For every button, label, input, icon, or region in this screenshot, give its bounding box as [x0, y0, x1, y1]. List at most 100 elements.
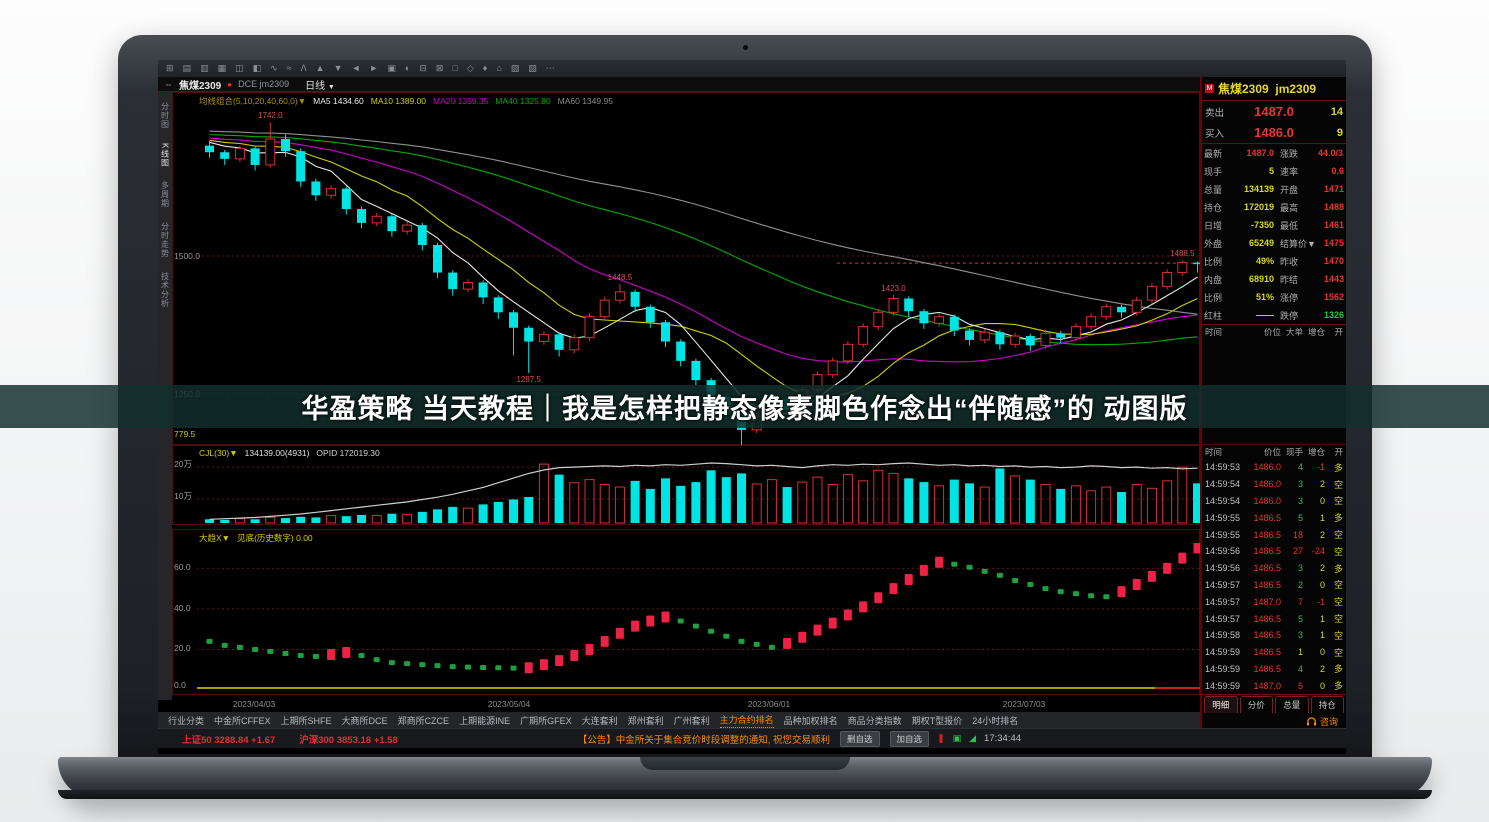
exchange-tab-7[interactable]: 广期所GFEX [520, 714, 572, 727]
close-box-icon[interactable]: ⊠ [436, 64, 444, 73]
half-circle-icon[interactable]: ◐ [405, 64, 410, 73]
view-tab-1[interactable]: 分时图 [160, 102, 171, 129]
hatch-alt-icon[interactable]: ▨ [528, 64, 537, 73]
exchange-tab-8[interactable]: 大连套利 [582, 714, 618, 727]
more-icon[interactable]: ⋯ [546, 64, 555, 73]
indicator-info-row: 大趋X▼见底(历史数字) 0.00 [199, 532, 320, 544]
wave-icon[interactable]: ∿ [270, 64, 278, 73]
tape-price: 1487.0 [1247, 597, 1281, 607]
up-arrow-icon[interactable]: ▲ [316, 64, 325, 73]
tape-row[interactable]: 14:59:541486.030空 [1202, 493, 1346, 510]
exchange-tab-2[interactable]: 中金所CFFEX [214, 714, 271, 727]
view-tab-4[interactable]: 分时走势 [160, 222, 171, 258]
down-arrow-icon[interactable]: ▼ [334, 64, 343, 73]
columns-icon[interactable]: ▥ [200, 64, 209, 73]
quote-tab-3[interactable]: 总量 [1275, 696, 1309, 713]
exchange-tab-5[interactable]: 郑商所CZCE [398, 714, 450, 727]
quote-grid-row: 内盘68910昨结1443 [1202, 270, 1346, 288]
quote-symbol: 焦煤2309 jm2309 [1218, 80, 1316, 97]
peak-icon[interactable]: Λ [301, 64, 307, 73]
bid-row[interactable]: 买入 1486.0 9 [1202, 122, 1346, 143]
quote-label: 速率 [1280, 165, 1318, 178]
home-icon[interactable]: ⌂ [496, 64, 501, 73]
top-toolbar: ⊞ ▤ ▥ ▦ ◫ ◧ ∿ ≈ Λ ▲ ▼ ◄ ► ▣ ◐ ⊟ ⊠ □ ◇ ♦ ⌂ ▧ ▨ ⋯ [158, 60, 1346, 77]
quote-value: 1326 [1318, 310, 1344, 320]
quote-tab-2[interactable]: 分价 [1240, 696, 1274, 713]
indicator-label[interactable]: 大趋X▼ [199, 533, 230, 543]
right-arrow-icon[interactable]: ► [369, 64, 378, 73]
tape-delta: 2 [1303, 563, 1325, 573]
tape-row[interactable]: 14:59:591486.510空 [1202, 644, 1346, 661]
diamond-icon[interactable]: ◇ [467, 64, 474, 73]
solid-diamond-icon[interactable]: ♦ [483, 64, 488, 73]
left-arrow-icon[interactable]: ◄ [351, 64, 360, 73]
laptop-base-edge [58, 790, 1432, 799]
exchange-tab-11[interactable]: 主力合约排名 [720, 713, 774, 728]
tape-row[interactable]: 14:59:571486.520空 [1202, 577, 1346, 594]
hatch-icon[interactable]: ▧ [511, 64, 520, 73]
indicator-chart[interactable] [197, 543, 1201, 693]
lines-icon[interactable]: ≈ [287, 64, 292, 73]
box-icon[interactable]: ▣ [387, 64, 396, 73]
exchange-tab-12[interactable]: 品种加权排名 [784, 714, 838, 727]
table-icon[interactable]: ▦ [218, 64, 227, 73]
tape-row[interactable]: 14:59:571486.551空 [1202, 610, 1346, 627]
exchange-tab-1[interactable]: 行业分类 [168, 714, 204, 727]
tape-row[interactable]: 14:59:571487.07-1空 [1202, 593, 1346, 610]
exchange-tab-14[interactable]: 期权T型报价 [912, 714, 963, 727]
exchange-tab-13[interactable]: 商品分类指数 [848, 714, 902, 727]
tape-side: 多 [1325, 461, 1343, 474]
tape-row[interactable]: 14:59:551486.5182空 [1202, 526, 1346, 543]
exchange-tab-10[interactable]: 广州套利 [674, 714, 710, 727]
tape-row[interactable]: 14:59:561486.532多 [1202, 560, 1346, 577]
volume-chart[interactable] [197, 457, 1201, 525]
chevron-down-icon: ▼ [328, 84, 335, 91]
tape-row[interactable]: 14:59:551486.551多 [1202, 509, 1346, 526]
tape-price: 1486.5 [1247, 546, 1281, 556]
tape-row[interactable]: 14:59:591487.050多 [1202, 677, 1346, 694]
column-header: 时间 [1205, 446, 1247, 458]
tape-row[interactable]: 14:59:531486.04-1多 [1202, 459, 1346, 476]
split-panel-icon[interactable]: ◫ [235, 64, 244, 73]
tape-side: 多 [1325, 562, 1343, 575]
square-icon[interactable]: □ [452, 64, 457, 73]
ask-row[interactable]: 卖出 1487.0 14 [1202, 101, 1346, 122]
quote-tab-1[interactable]: 明细 [1204, 696, 1238, 713]
quote-tab-4[interactable]: 持仓 [1311, 696, 1345, 713]
rows-icon[interactable]: ▤ [183, 64, 192, 73]
view-tab-3[interactable]: 多周期 [160, 181, 171, 208]
volume-indicator-label[interactable]: CJL(30)▼ [199, 448, 238, 458]
exchange-tab-3[interactable]: 上期所SHFE [281, 714, 332, 727]
tape-side: 空 [1325, 629, 1343, 642]
tape-price: 1486.0 [1247, 479, 1281, 489]
exchange-tab-15[interactable]: 24小时排名 [972, 714, 1018, 727]
tape-row[interactable]: 14:59:541486.032空 [1202, 476, 1346, 493]
indicator-axis-label: 40.0 [174, 603, 191, 613]
ma-settings-label[interactable]: 均线组合(5,10,20,40,60,0)▼ [199, 96, 306, 106]
announcement-text: 【公告】中金所关于集合竞价时段调整的通知, 祝您交易顺利 [578, 732, 830, 746]
exchange-tab-9[interactable]: 郑州套利 [628, 714, 664, 727]
remove-favorite-button[interactable]: 删自选 [840, 731, 880, 747]
view-tab-5[interactable]: 技术分析 [160, 272, 171, 308]
quote-value: 44.0/3.0 [1318, 148, 1344, 158]
tape-row[interactable]: 14:59:581486.531空 [1202, 627, 1346, 644]
service-row[interactable]: 咨询 [1202, 713, 1346, 729]
volume-axis-label: 10万 [174, 490, 192, 502]
period-selector[interactable]: 日线 ▼ [305, 77, 335, 92]
volume-pane[interactable]: CJL(30)▼134139.00(4931)OPID 172019.30 20… [172, 445, 1200, 525]
view-tab-2[interactable]: K线图 [160, 143, 171, 167]
exchange-tab-6[interactable]: 上期能源INE [459, 714, 510, 727]
tape-delta: 0 [1303, 580, 1325, 590]
tape-row[interactable]: 14:59:591486.542多 [1202, 661, 1346, 678]
indicator-pane[interactable]: 大趋X▼见底(历史数字) 0.00 60.0 40.0 20.0 0.0 [172, 529, 1200, 695]
quote-label: 结算价▼ [1280, 237, 1318, 250]
quote-grid: 最新1487.0涨跌44.0/3.0现手5速率0.6总量134139开盘1471… [1202, 144, 1346, 325]
tape-price: 1486.0 [1247, 462, 1281, 472]
tape-row[interactable]: 14:59:561486.527-24空 [1202, 543, 1346, 560]
minus-box-icon[interactable]: ⊟ [419, 64, 427, 73]
navigate-contract-icon[interactable]: ⇔ [164, 79, 173, 89]
half-panel-icon[interactable]: ◧ [253, 64, 262, 73]
grid-icon[interactable]: ⊞ [166, 64, 174, 73]
exchange-tab-4[interactable]: 大商所DCE [342, 714, 388, 727]
add-favorite-button[interactable]: 加自选 [890, 731, 930, 747]
